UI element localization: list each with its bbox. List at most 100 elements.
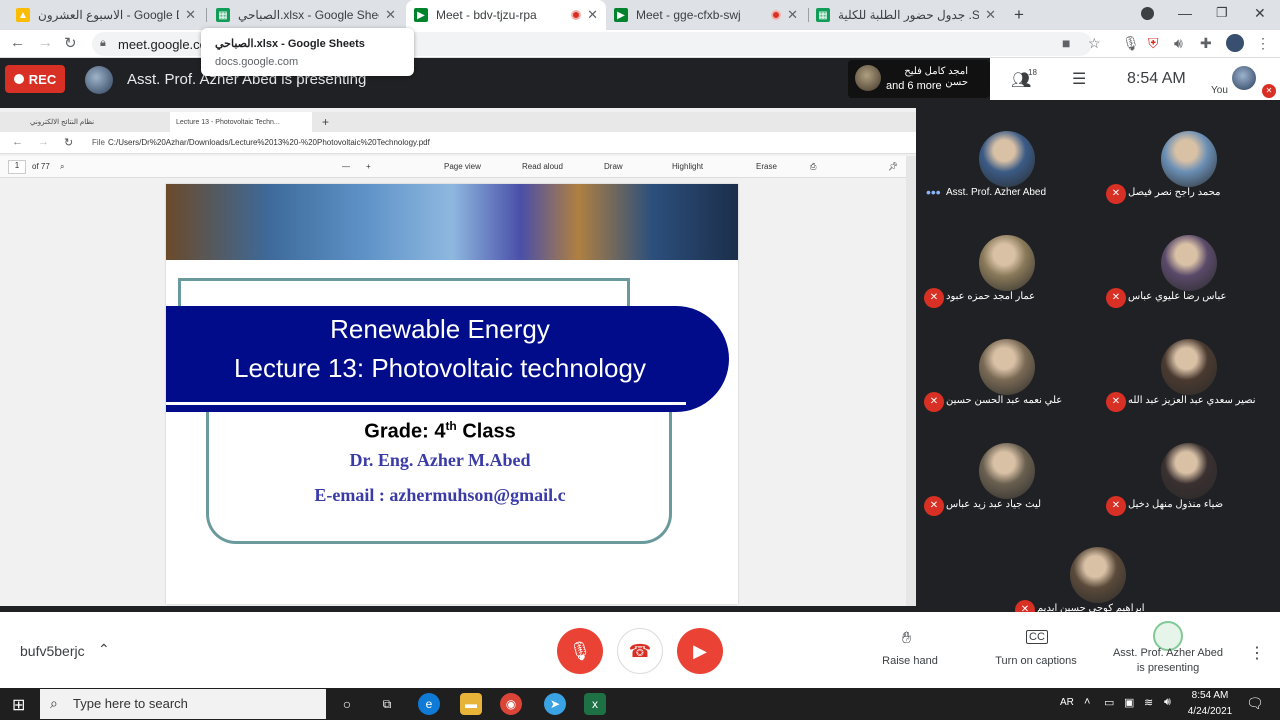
more-options-icon[interactable]: ⋮ bbox=[1249, 643, 1265, 663]
participant-name: علي نعمه عبد الحسن حسين bbox=[946, 395, 1063, 406]
erase-button[interactable]: Erase bbox=[756, 162, 777, 171]
participant-tile[interactable]: ••• Asst. Prof. Azher Abed bbox=[916, 108, 1098, 210]
cortana-icon[interactable]: ○ bbox=[336, 693, 358, 715]
slide-title-line1: Renewable Energy bbox=[330, 314, 550, 344]
page-number-input[interactable]: 1 bbox=[8, 160, 26, 174]
slide-grade: Grade: 4th Class bbox=[166, 419, 714, 444]
taskbar-search-placeholder[interactable]: Type here to search bbox=[73, 696, 188, 711]
back-icon[interactable]: ← bbox=[10, 34, 25, 51]
pdf-file-path[interactable]: C:/Users/Dr%20Azhar/Downloads/Lecture%20… bbox=[108, 138, 430, 147]
tab-google-drive[interactable]: ▲ الاسبوع العشرون - Google Drive ✕ bbox=[8, 0, 204, 30]
new-tab-icon[interactable]: + bbox=[1014, 5, 1024, 25]
print-icon[interactable]: ⎙ bbox=[810, 162, 816, 172]
notification-icon[interactable]: 🗨︎ bbox=[1246, 695, 1264, 712]
chevron-up-icon[interactable]: ˄ bbox=[1084, 696, 1090, 708]
pdf-scrollbar[interactable] bbox=[906, 156, 916, 606]
monitor-icon[interactable]: ▣ bbox=[1124, 696, 1134, 709]
forward-icon[interactable]: → bbox=[38, 34, 53, 51]
presenting-label-2[interactable]: is presenting bbox=[1106, 662, 1230, 674]
tooltip-domain: docs.google.com bbox=[215, 56, 299, 68]
chevron-up-icon[interactable]: ⌃ bbox=[98, 641, 110, 658]
raise-hand-icon[interactable]: ✋︎ bbox=[902, 630, 911, 648]
volume-icon[interactable]: 🔊︎ bbox=[1164, 696, 1171, 709]
participant-tile[interactable]: ✕ ضياء منذول منهل دخيل bbox=[1098, 420, 1280, 522]
participant-tile[interactable]: ✕ ابراهيم كوجي حسين ابديم bbox=[1007, 524, 1189, 626]
chat-icon[interactable]: ☰ bbox=[1072, 69, 1086, 89]
search-icon[interactable]: ⌕ bbox=[60, 162, 64, 172]
people-count: 18 bbox=[1028, 68, 1037, 77]
pin-icon[interactable]: 📌︎ bbox=[888, 162, 898, 171]
taskbar-date[interactable]: 4/24/2021 bbox=[1184, 706, 1236, 717]
participant-avatar bbox=[1070, 547, 1126, 603]
edge-browser-icon[interactable]: e bbox=[418, 693, 440, 715]
wifi-icon[interactable]: ≋ bbox=[1144, 696, 1153, 709]
edge-tab-active[interactable]: Lecture 13 - Photovoltaic Techn... bbox=[170, 112, 312, 132]
edge-tab[interactable]: نظام النتائج الالكتروني bbox=[24, 112, 164, 132]
tab-meet-bdv[interactable]: ▶ Meet - bdv-tjzu-rpa ✕ bbox=[406, 0, 606, 30]
zoom-out-icon[interactable]: — bbox=[342, 162, 350, 171]
microphone-toggle-button[interactable]: 🎙︎ bbox=[557, 628, 603, 674]
mic-off-icon: ✕ bbox=[924, 392, 944, 412]
task-view-icon[interactable]: ⧉ bbox=[376, 693, 398, 715]
shield-extension-icon[interactable]: ⛨ bbox=[1148, 35, 1159, 52]
google-meet-icon: ▶ bbox=[614, 8, 628, 22]
read-aloud-button[interactable]: Read aloud bbox=[522, 162, 563, 171]
new-tab-icon[interactable]: + bbox=[316, 112, 336, 132]
microphone-extension-icon[interactable]: 🎙︎ bbox=[1122, 35, 1140, 52]
close-icon[interactable]: ✕ bbox=[587, 7, 598, 23]
camera-icon[interactable]: ■ bbox=[1062, 35, 1070, 51]
menu-dots-icon[interactable]: ⋮ bbox=[1256, 35, 1270, 52]
google-drive-icon: ▲ bbox=[16, 8, 30, 22]
speaker-icon[interactable]: 🔊︎ bbox=[1174, 35, 1183, 52]
tab-search-icon[interactable] bbox=[1141, 7, 1154, 20]
mic-off-icon: ✕ bbox=[1106, 288, 1126, 308]
taskbar-time[interactable]: 8:54 AM bbox=[1188, 690, 1232, 701]
tab-meet-gge[interactable]: ▶ Meet - gge-cfxb-swj ✕ bbox=[606, 0, 806, 30]
leave-call-button[interactable]: ☎︎ bbox=[617, 628, 663, 674]
tab-sheets-attendance[interactable]: ▦ جدول حضور الطلبة للكلية .Sheets ✕ bbox=[808, 0, 1004, 30]
reload-icon[interactable]: ↻ bbox=[64, 136, 73, 149]
zoom-in-icon[interactable]: + bbox=[366, 162, 371, 171]
captions-label[interactable]: Turn on captions bbox=[984, 655, 1088, 667]
close-icon[interactable]: ✕ bbox=[787, 7, 798, 23]
bookmark-star-icon[interactable]: ☆ bbox=[1088, 35, 1101, 52]
captions-icon[interactable]: CC bbox=[1026, 630, 1048, 644]
participant-tile[interactable]: ✕ علي نعمه عبد الحسن حسين bbox=[916, 316, 1098, 418]
close-icon[interactable]: ✕ bbox=[985, 7, 996, 23]
profile-avatar[interactable] bbox=[1226, 34, 1244, 52]
tab-sheets-sabahi[interactable]: ▦ الصباحي.xlsx - Google Sheets ✕ bbox=[208, 0, 404, 30]
excel-icon[interactable]: x bbox=[584, 693, 606, 715]
file-explorer-icon[interactable]: ▬ bbox=[460, 693, 482, 715]
extensions-puzzle-icon[interactable]: ✚ bbox=[1200, 35, 1212, 52]
forward-icon[interactable]: → bbox=[38, 136, 49, 148]
presenting-label-1[interactable]: Asst. Prof. Azher Abed bbox=[1106, 647, 1230, 659]
close-icon[interactable]: ✕ bbox=[385, 7, 396, 23]
windows-start-icon[interactable]: ⊞ bbox=[12, 695, 25, 715]
grade-class: Class bbox=[462, 420, 516, 443]
highlight-button[interactable]: Highlight bbox=[672, 162, 703, 171]
maximize-icon[interactable]: ❐ bbox=[1216, 5, 1228, 21]
chrome-icon[interactable]: ◉ bbox=[500, 693, 522, 715]
input-language[interactable]: AR bbox=[1060, 697, 1074, 708]
participant-tile[interactable]: ✕ نصير سعدي عبد العزيز عبد الله bbox=[1098, 316, 1280, 418]
camera-toggle-button[interactable]: ▶ bbox=[677, 628, 723, 674]
participant-name: Asst. Prof. Azher Abed bbox=[946, 187, 1047, 198]
recording-icon bbox=[771, 10, 782, 20]
meeting-code[interactable]: bufv5berjc bbox=[20, 643, 85, 659]
self-avatar[interactable] bbox=[1232, 66, 1256, 90]
participant-tile[interactable]: ✕ ليث جياد عبد زيد عباس bbox=[916, 420, 1098, 522]
reload-icon[interactable]: ↻ bbox=[64, 34, 77, 52]
raise-hand-label[interactable]: Raise hand bbox=[870, 655, 950, 667]
telegram-icon[interactable]: ➤ bbox=[544, 693, 566, 715]
page-view-button[interactable]: Page view bbox=[444, 162, 481, 171]
participant-tile[interactable]: ✕ محمد راجح نصر فيصل bbox=[1098, 108, 1280, 210]
battery-icon[interactable]: ▭ bbox=[1104, 696, 1114, 709]
back-icon[interactable]: ← bbox=[12, 136, 23, 148]
draw-button[interactable]: Draw bbox=[604, 162, 623, 171]
minimize-icon[interactable]: — bbox=[1178, 5, 1192, 21]
lock-icon[interactable]: 🔒︎ bbox=[100, 37, 106, 50]
participant-tile[interactable]: ✕ عمار امجد حمزه عبود bbox=[916, 212, 1098, 314]
participant-tile[interactable]: ✕ عباس رضا عليوي عباس bbox=[1098, 212, 1280, 314]
window-close-icon[interactable]: ✕ bbox=[1254, 5, 1266, 22]
close-icon[interactable]: ✕ bbox=[185, 7, 196, 23]
